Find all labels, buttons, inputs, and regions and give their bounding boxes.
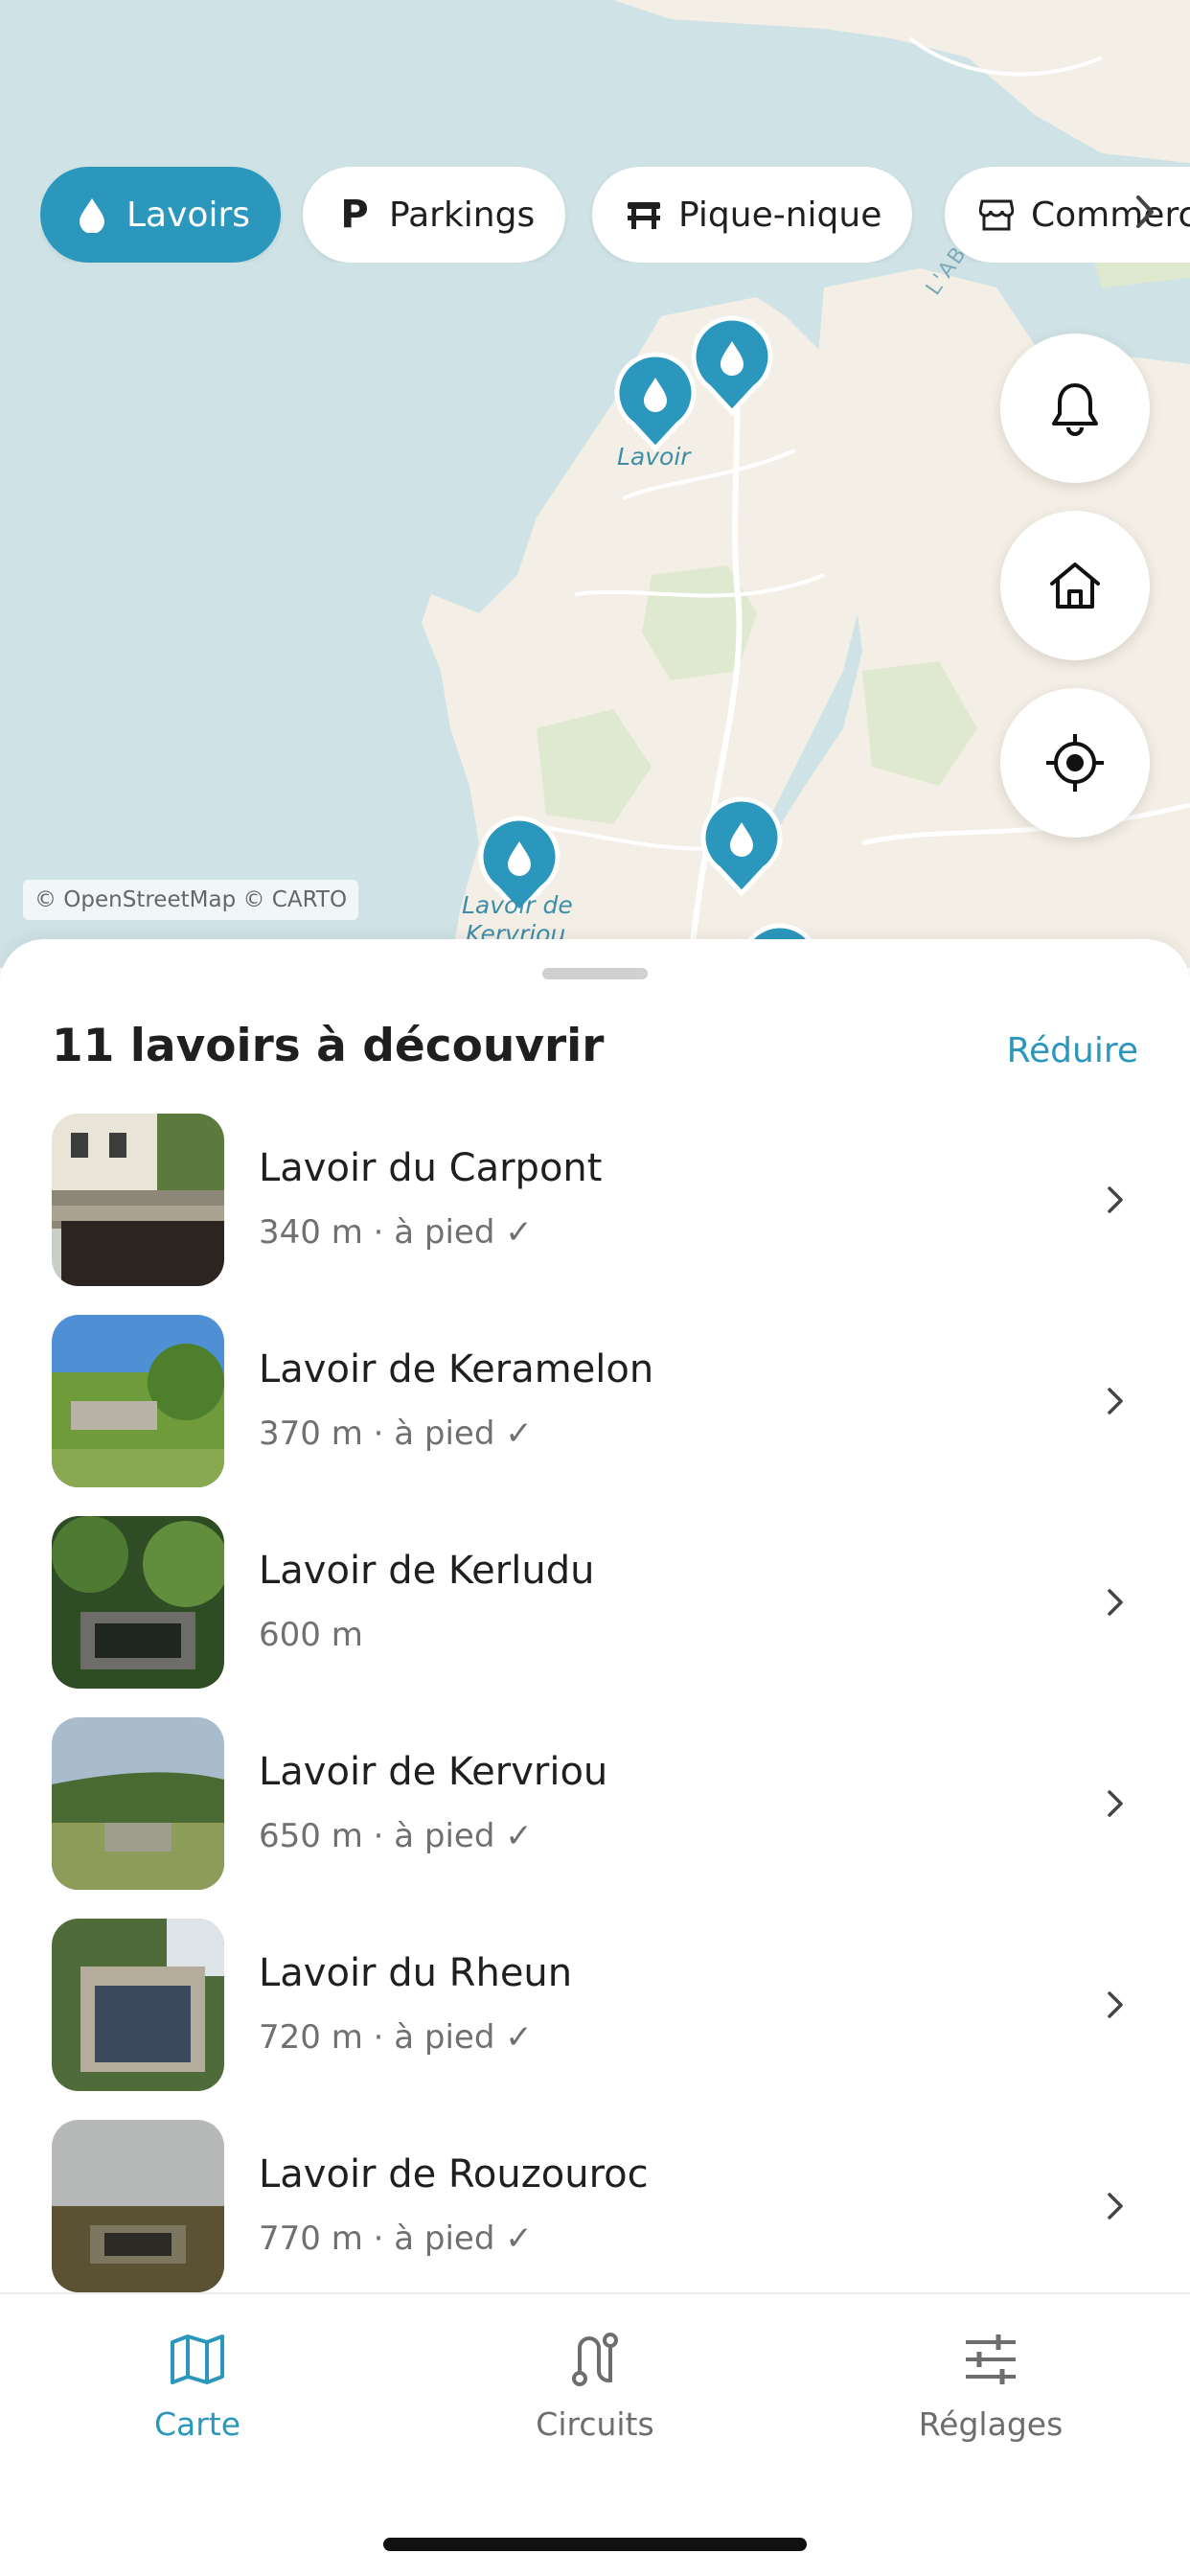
chevron-right-icon xyxy=(1108,1388,1123,1414)
water-drop-icon xyxy=(73,196,111,234)
chevron-right-icon xyxy=(1108,1589,1123,1616)
list-item-distance: 370 m · à pied ✓ xyxy=(259,1414,533,1453)
sliders-icon xyxy=(966,2334,1016,2384)
filter-chip-label: Pique-nique xyxy=(678,195,882,235)
chevron-right-icon xyxy=(1108,2193,1123,2220)
list-item-title: Lavoir du Rheun xyxy=(259,1951,573,1995)
map-pin-lavoir[interactable] xyxy=(698,794,786,899)
tab-circuits[interactable]: Circuits xyxy=(451,2329,739,2463)
filter-chips: Lavoirs P Parkings Pique-nique Commerces xyxy=(40,167,1190,263)
picnic-table-icon xyxy=(625,196,663,234)
map-background xyxy=(0,0,1190,968)
list-item-title: Lavoir de Rouzouroc xyxy=(259,2152,649,2196)
list-item-title: Lavoir de Keramelon xyxy=(259,1347,654,1392)
sheet-title: 11 lavoirs à découvrir xyxy=(52,1020,605,1072)
chevron-right-icon[interactable] xyxy=(1121,188,1169,236)
map-view[interactable]: L'AB Lavoir Lavoir de Kervriou © OpenStr… xyxy=(0,0,1190,968)
map-attribution[interactable]: © OpenStreetMap © CARTO xyxy=(23,880,359,920)
filter-chip-label: Lavoirs xyxy=(126,195,251,235)
list-item-title: Lavoir du Carpont xyxy=(259,1146,603,1190)
bottom-sheet: 11 lavoirs à découvrir Réduire Lavoir du… xyxy=(0,939,1190,2292)
list-item-title: Lavoir de Kerludu xyxy=(259,1549,595,1593)
list-item-distance: 650 m · à pied ✓ xyxy=(259,1817,533,1855)
filter-chip-parkings[interactable]: P Parkings xyxy=(303,167,566,263)
locate-icon xyxy=(1046,734,1104,792)
map-icon xyxy=(171,2334,224,2384)
parking-icon: P xyxy=(340,193,369,237)
list-item[interactable]: Lavoir de Rouzouroc 770 m · à pied ✓ xyxy=(0,2120,1190,2292)
lavoir-thumbnail xyxy=(52,1114,224,1286)
lavoir-thumbnail xyxy=(52,2120,224,2292)
home-icon xyxy=(1050,563,1100,609)
home-indicator[interactable] xyxy=(383,2538,807,2551)
tab-bar: Carte Circuits Réglages xyxy=(0,2292,1190,2576)
filter-chip-lavoirs[interactable]: Lavoirs xyxy=(40,167,282,263)
map-pin-lavoir[interactable] xyxy=(688,312,776,418)
list-item[interactable]: Lavoir de Keramelon 370 m · à pied ✓ xyxy=(0,1315,1190,1516)
list-item-title: Lavoir de Kervriou xyxy=(259,1750,608,1794)
lavoir-thumbnail xyxy=(52,1717,224,1890)
list-item[interactable]: Lavoir de Kerludu 600 m xyxy=(0,1516,1190,1717)
list-item-distance: 720 m · à pied ✓ xyxy=(259,2018,533,2057)
home-button[interactable] xyxy=(1000,511,1150,660)
bell-icon xyxy=(1052,383,1098,436)
tab-carte[interactable]: Carte xyxy=(54,2329,341,2463)
sheet-drag-handle[interactable] xyxy=(542,968,648,979)
chevron-right-icon xyxy=(1108,1790,1123,1817)
lavoir-thumbnail xyxy=(52,1315,224,1487)
locate-me-button[interactable] xyxy=(1000,688,1150,838)
list-item[interactable]: Lavoir du Carpont 340 m · à pied ✓ xyxy=(0,1114,1190,1315)
filter-chip-pique-nique[interactable]: Pique-nique xyxy=(592,167,913,263)
map-pin-label: Lavoir xyxy=(617,443,691,471)
collapse-button[interactable]: Réduire xyxy=(1007,1031,1138,1070)
notifications-button[interactable] xyxy=(1000,334,1150,483)
tab-reglages[interactable]: Réglages xyxy=(847,2329,1134,2463)
map-pin-label: Lavoir de xyxy=(462,891,573,919)
list-item[interactable]: Lavoir de Kervriou 650 m · à pied ✓ xyxy=(0,1717,1190,1919)
chevron-right-icon xyxy=(1108,1991,1123,2018)
tab-label: Circuits xyxy=(536,2405,654,2443)
lavoir-thumbnail xyxy=(52,1516,224,1689)
tab-label: Carte xyxy=(153,2405,241,2443)
chevron-right-icon xyxy=(1108,1186,1123,1213)
map-pin-lavoir[interactable] xyxy=(611,349,699,454)
filter-chip-label: Parkings xyxy=(389,195,536,235)
store-icon xyxy=(977,196,1016,234)
list-item[interactable]: Lavoir du Rheun 720 m · à pied ✓ xyxy=(0,1919,1190,2120)
lavoir-thumbnail xyxy=(52,1919,224,2091)
lavoir-list: Lavoir du Carpont 340 m · à pied ✓ Lavoi… xyxy=(0,1114,1190,2292)
list-item-distance: 340 m · à pied ✓ xyxy=(259,1213,533,1252)
list-item-distance: 600 m xyxy=(259,1616,363,1654)
route-icon xyxy=(572,2333,618,2386)
list-item-distance: 770 m · à pied ✓ xyxy=(259,2220,533,2258)
tab-label: Réglages xyxy=(918,2405,1064,2443)
